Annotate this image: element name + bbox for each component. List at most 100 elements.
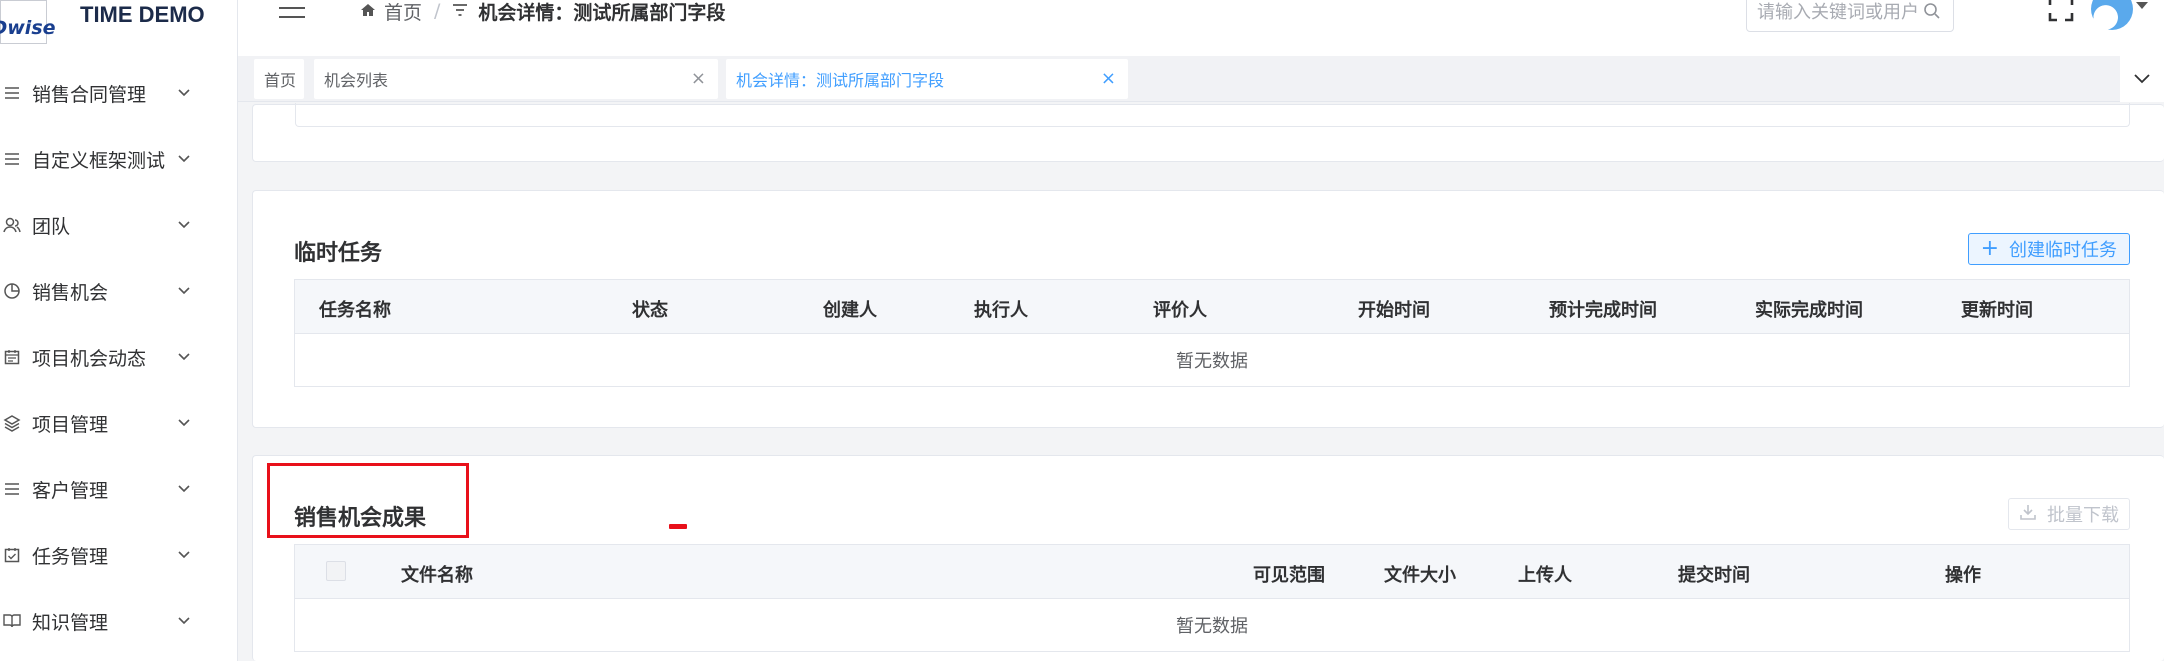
pie-chart-icon [2, 281, 22, 301]
search-input[interactable] [1757, 1, 1917, 23]
chevron-down-icon [176, 551, 192, 559]
breadcrumb-home[interactable]: 首页 [384, 0, 422, 25]
top-header: 首页 / 机会详情：测试所属部门字段 [238, 0, 2164, 56]
sidebar-item-sales-contract[interactable]: 销售合同管理 [0, 60, 238, 126]
tag-home[interactable]: 首页 [254, 59, 304, 99]
tag-opportunity-list[interactable]: 机会列表 × [314, 59, 718, 99]
column-header[interactable]: 操作 [1945, 561, 1981, 587]
chevron-down-icon [176, 155, 192, 163]
details-card [252, 103, 2164, 162]
column-header[interactable]: 文件名称 [401, 561, 473, 587]
home-icon [360, 0, 376, 22]
tag-label: 首页 [264, 71, 297, 90]
sidebar-item-sales-opportunity[interactable]: 销售机会 [0, 258, 238, 324]
sales-results-card: 销售机会成果 批量下载 文件名称 可见范围 文件大小 上传人 提交时间 操作 暂… [252, 455, 2164, 661]
breadcrumb: 首页 / 机会详情：测试所属部门字段 [360, 0, 726, 25]
chevron-down-icon [176, 353, 192, 361]
sidebar-item-label: 销售机会 [32, 281, 109, 304]
sidebar-item-task-management[interactable]: 任务管理 [0, 522, 238, 588]
checklist-icon [2, 545, 22, 565]
column-header[interactable]: 上传人 [1518, 561, 1572, 587]
list-icon [2, 149, 22, 169]
sidebar-item-label: 知识管理 [32, 611, 109, 634]
sidebar-item-label: 销售合同管理 [32, 83, 147, 106]
team-icon [2, 215, 22, 235]
column-header[interactable]: 评价人 [1153, 296, 1207, 322]
button-label: 创建临时任务 [2009, 240, 2117, 261]
column-header[interactable]: 状态 [632, 296, 668, 322]
section-title: 临时任务 [294, 241, 383, 266]
chevron-down-icon [176, 221, 192, 229]
menu-toggle-icon[interactable] [278, 0, 306, 20]
sidebar-item-knowledge-management[interactable]: 知识管理 [0, 588, 238, 654]
plus-icon: + [1980, 236, 1999, 261]
column-header[interactable]: 可见范围 [1253, 561, 1325, 587]
chevron-down-icon [2134, 74, 2150, 84]
button-label: 批量下载 [2047, 505, 2119, 526]
column-header[interactable]: 执行人 [974, 296, 1028, 322]
download-icon [2019, 503, 2037, 526]
sidebar: Dwise TIME DEMO 销售合同管理 自定义框架测试 [0, 0, 238, 661]
tag-label: 机会列表 [324, 71, 389, 90]
highlight-annotation-mark [669, 524, 687, 529]
chevron-down-icon [176, 485, 192, 493]
highlight-annotation-box [267, 463, 469, 538]
list-icon [2, 83, 22, 103]
chevron-down-icon [176, 617, 192, 625]
table-header: 文件名称 可见范围 文件大小 上传人 提交时间 操作 [295, 545, 2129, 599]
sidebar-item-label: 团队 [32, 215, 71, 238]
sidebar-item-team[interactable]: 团队 [0, 192, 238, 258]
sidebar-item-label: 自定义框架测试 [32, 149, 166, 172]
create-temp-task-button[interactable]: + 创建临时任务 [1967, 233, 2130, 265]
column-header[interactable]: 更新时间 [1961, 296, 2033, 322]
sidebar-item-label: 客户管理 [32, 479, 109, 502]
temporary-tasks-card: 临时任务 + 创建临时任务 任务名称 状态 创建人 执行人 评价人 开始时间 预… [252, 190, 2164, 428]
avatar[interactable] [2091, 0, 2133, 30]
column-header[interactable]: 开始时间 [1358, 296, 1430, 322]
book-icon [2, 611, 22, 631]
caret-down-icon[interactable] [2136, 2, 2148, 9]
table-empty: 暂无数据 [1176, 351, 1248, 372]
table-empty: 暂无数据 [1176, 616, 1248, 637]
column-header[interactable]: 提交时间 [1678, 561, 1750, 587]
search-box[interactable] [1746, 0, 1954, 32]
chevron-down-icon [176, 287, 192, 295]
app-root: Dwise TIME DEMO 销售合同管理 自定义框架测试 [0, 0, 2164, 661]
tags-more-button[interactable] [2120, 56, 2164, 102]
tag-opportunity-detail[interactable]: 机会详情：测试所属部门字段 × [726, 59, 1128, 99]
filter-icon [452, 0, 468, 22]
close-icon[interactable]: × [1101, 68, 1116, 89]
layers-icon [2, 413, 22, 433]
app-title: TIME DEMO [80, 2, 205, 27]
column-header[interactable]: 创建人 [823, 296, 877, 322]
sidebar-item-project-opportunity-dynamics[interactable]: 项目机会动态 [0, 324, 238, 390]
close-icon[interactable]: × [691, 68, 706, 89]
tasks-table: 任务名称 状态 创建人 执行人 评价人 开始时间 预计完成时间 实际完成时间 更… [294, 279, 2130, 387]
batch-download-button[interactable]: 批量下载 [2008, 498, 2130, 530]
column-header[interactable]: 预计完成时间 [1549, 296, 1657, 322]
sidebar-item-project-management[interactable]: 项目管理 [0, 390, 238, 456]
sidebar-item-label: 项目机会动态 [32, 347, 147, 370]
results-table: 文件名称 可见范围 文件大小 上传人 提交时间 操作 暂无数据 [294, 544, 2130, 652]
select-all-checkbox[interactable] [326, 561, 346, 581]
table-header: 任务名称 状态 创建人 执行人 评价人 开始时间 预计完成时间 实际完成时间 更… [295, 280, 2129, 334]
sidebar-item-custom-framework[interactable]: 自定义框架测试 [0, 126, 238, 192]
sidebar-item-label: 任务管理 [32, 545, 109, 568]
tags-view: 首页 机会列表 × 机会详情：测试所属部门字段 × [238, 56, 2164, 102]
chevron-down-icon [176, 419, 192, 427]
search-icon[interactable] [1923, 2, 1941, 24]
sidebar-item-customer-management[interactable]: 客户管理 [0, 456, 238, 522]
column-header[interactable]: 实际完成时间 [1755, 296, 1863, 322]
fullscreen-icon[interactable] [2048, 0, 2074, 22]
details-inner-panel [295, 103, 2130, 127]
breadcrumb-current: 机会详情：测试所属部门字段 [478, 1, 726, 24]
sidebar-menu: 销售合同管理 自定义框架测试 团队 销售机会 项目机会动态 项目管理 客户管理 … [0, 60, 238, 654]
list-icon [2, 479, 22, 499]
column-header[interactable]: 文件大小 [1384, 561, 1456, 587]
calendar-icon [2, 347, 22, 367]
breadcrumb-separator: / [434, 0, 441, 22]
sidebar-item-label: 项目管理 [32, 413, 109, 436]
logo-box: Dwise [0, 0, 56, 44]
chevron-down-icon [176, 89, 192, 97]
column-header[interactable]: 任务名称 [319, 296, 391, 322]
